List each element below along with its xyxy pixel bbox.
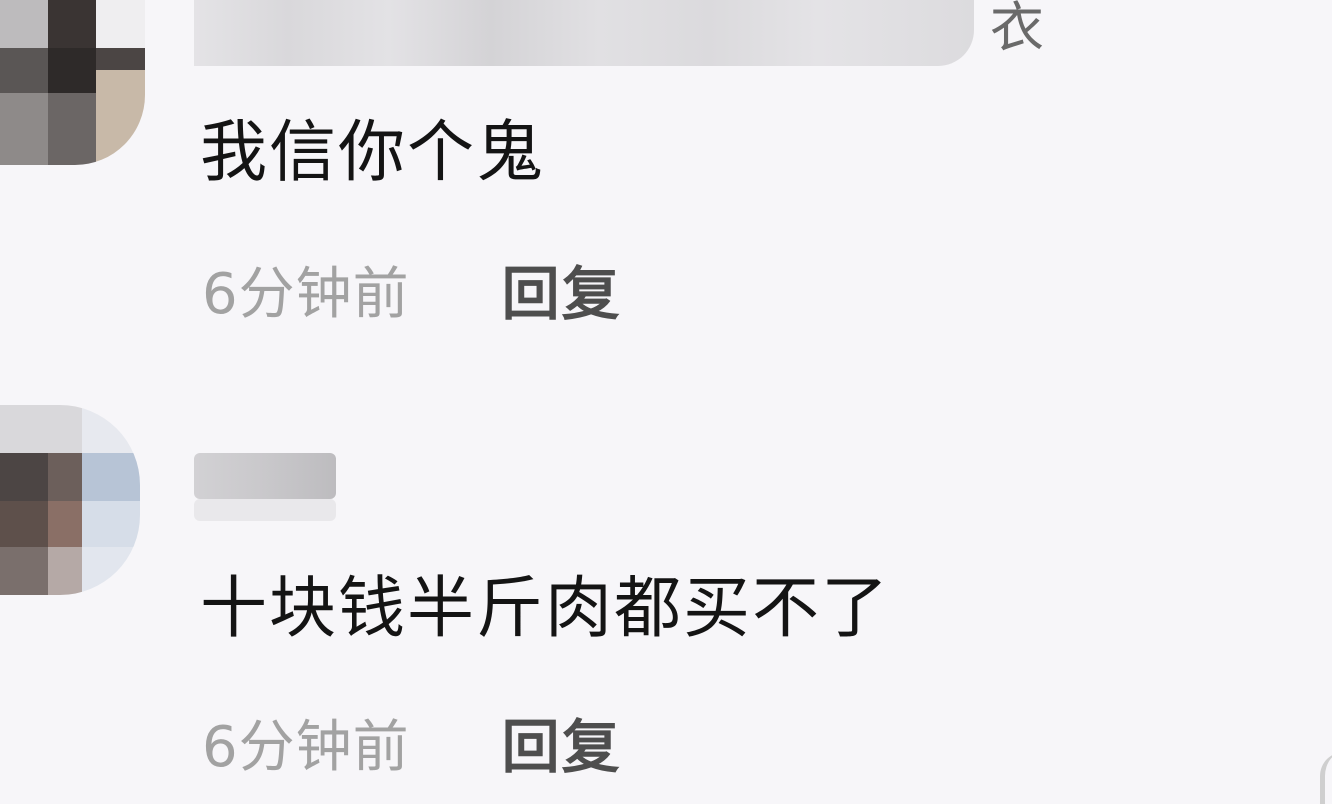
username-fragment: 衣 <box>990 0 1044 59</box>
timestamp: 6分钟前 <box>202 261 410 327</box>
timestamp: 6分钟前 <box>202 714 410 780</box>
comment-meta: 6分钟前 回复 <box>202 254 622 328</box>
comment-meta: 6分钟前 回复 <box>202 707 622 781</box>
comment-item: 衣 我信你个鬼 6分钟前 回复 <box>0 0 1332 380</box>
comment-text: 我信你个鬼 <box>200 113 545 191</box>
username-blurred-sub <box>194 499 336 521</box>
comment-text: 十块钱半斤肉都买不了 <box>200 569 890 647</box>
username-blurred[interactable] <box>194 0 974 66</box>
avatar[interactable] <box>0 405 140 595</box>
reply-button[interactable]: 回复 <box>502 247 622 331</box>
username-blurred[interactable] <box>194 453 336 499</box>
reply-button[interactable]: 回复 <box>502 700 622 784</box>
avatar[interactable] <box>0 0 145 165</box>
